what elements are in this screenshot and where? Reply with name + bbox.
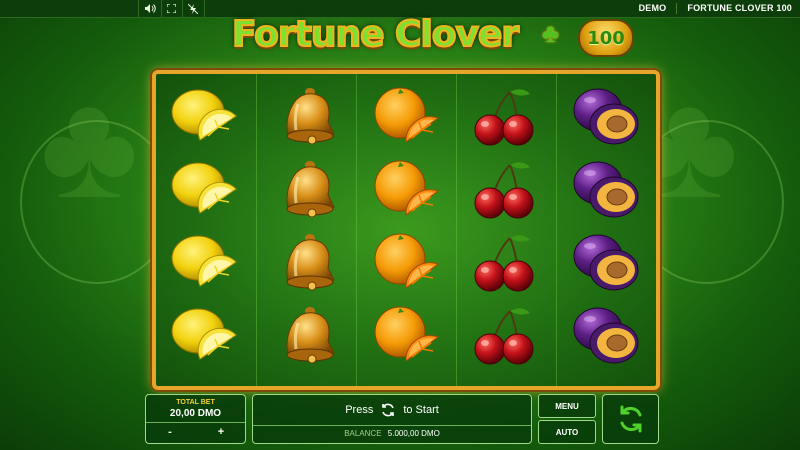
orange-symbol-icon	[370, 232, 440, 294]
spin-button[interactable]	[602, 394, 659, 444]
cherries-symbol-icon	[470, 86, 540, 148]
divider	[146, 422, 245, 423]
decrease-bet-button[interactable]: -	[150, 426, 190, 438]
cherries-symbol-icon	[470, 305, 540, 367]
to-start-label: to Start	[403, 404, 439, 416]
reel-separator	[356, 74, 357, 386]
lemon-symbol-icon	[170, 159, 240, 221]
logo-badge: 100	[578, 19, 634, 57]
bell-symbol-icon	[270, 305, 340, 367]
spin-icon	[620, 405, 641, 433]
total-bet-panel: TOTAL BET 20,00 DMO - +	[145, 394, 246, 444]
lemon-symbol-icon	[170, 86, 240, 148]
total-bet-label: TOTAL BET	[176, 399, 215, 406]
turbo-off-icon[interactable]	[182, 0, 205, 17]
increase-bet-button[interactable]: +	[201, 426, 241, 438]
bell-symbol-icon	[270, 232, 340, 294]
logo-text: Fortune Clover	[231, 13, 520, 56]
reels-area	[152, 70, 660, 390]
background-wave	[20, 120, 174, 284]
game-logo: Fortune Clover ♣	[231, 13, 572, 64]
spin-arrows-icon	[382, 403, 395, 417]
clover-icon: ♣	[542, 18, 560, 48]
divider	[253, 425, 531, 426]
demo-label: DEMO	[638, 3, 667, 13]
total-bet-value: 20,00 DMO	[169, 408, 222, 419]
bell-symbol-icon	[270, 159, 340, 221]
menu-button[interactable]: MENU	[538, 394, 596, 418]
plum-symbol-icon	[570, 232, 640, 294]
game-title-label: FORTUNE CLOVER 100	[687, 3, 792, 13]
press-label: Press	[345, 404, 374, 416]
topbar-right: DEMO FORTUNE CLOVER 100	[639, 3, 792, 14]
auto-button[interactable]: AUTO	[538, 420, 596, 444]
orange-symbol-icon	[370, 86, 440, 148]
balance-display: BALANCE 5.000,00 DMO	[253, 429, 531, 438]
balance-value: 5.000,00 DMO	[387, 429, 440, 438]
cherries-symbol-icon	[470, 232, 540, 294]
lemon-symbol-icon	[170, 305, 240, 367]
reel-separator	[456, 74, 457, 386]
orange-symbol-icon	[370, 305, 440, 367]
fullscreen-icon[interactable]	[160, 0, 183, 17]
plum-symbol-icon	[570, 305, 640, 367]
plum-symbol-icon	[570, 86, 640, 148]
cherries-symbol-icon	[470, 159, 540, 221]
plum-symbol-icon	[570, 159, 640, 221]
balance-label: BALANCE	[344, 429, 382, 438]
lemon-symbol-icon	[170, 232, 240, 294]
bell-symbol-icon	[270, 86, 340, 148]
start-panel[interactable]: Press to Start BALANCE 5.000,00 DMO	[252, 394, 532, 444]
orange-symbol-icon	[370, 159, 440, 221]
press-to-start[interactable]: Press to Start	[253, 402, 531, 418]
reel-separator	[556, 74, 557, 386]
reel-separator	[256, 74, 257, 386]
sound-icon[interactable]	[138, 0, 162, 17]
